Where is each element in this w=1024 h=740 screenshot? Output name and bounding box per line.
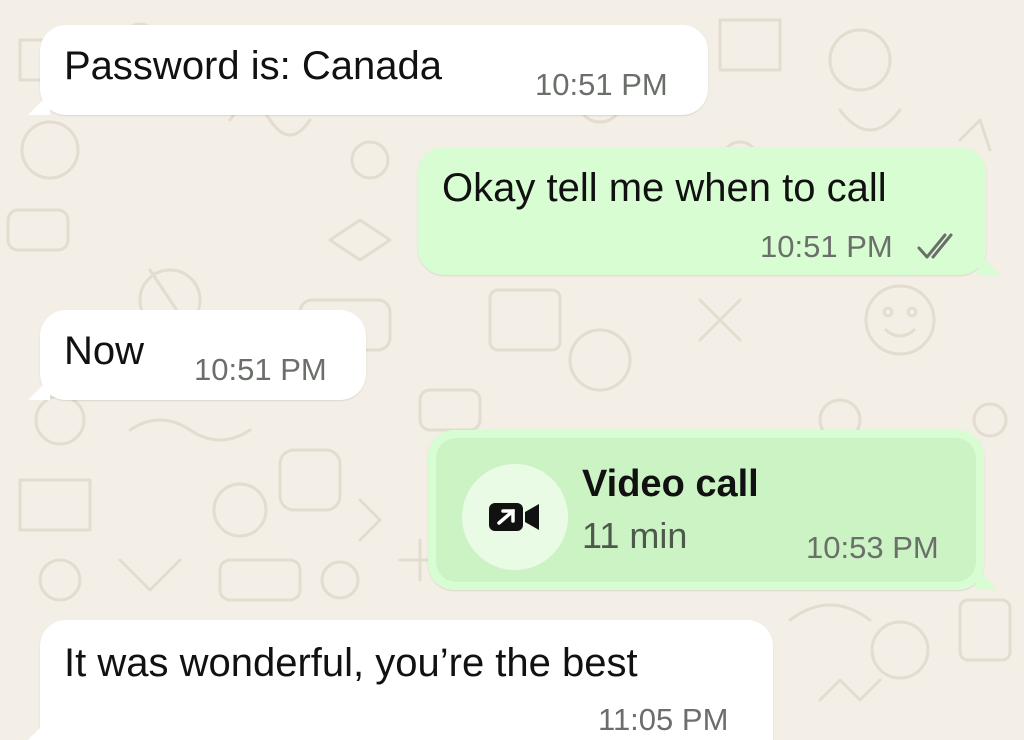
message-timestamp: 10:53 PM	[806, 530, 939, 565]
video-call-bubble[interactable]: Video call 11 min 10:53 PM	[428, 430, 998, 590]
message-text: Now	[64, 329, 145, 373]
message-bubble-outgoing[interactable]: Okay tell me when to call 10:51 PM	[418, 147, 1000, 275]
bubble-tail	[28, 378, 50, 400]
bubble-tail	[978, 253, 1000, 275]
bubble-tail	[28, 93, 50, 115]
message-bubble-incoming[interactable]: Password is: Canada 10:51 PM	[28, 25, 708, 115]
message-bubble-incoming[interactable]: It was wonderful, you’re the best 11:05 …	[28, 620, 773, 740]
chat-conversation: Password is: Canada 10:51 PM Okay tell m…	[0, 0, 1024, 740]
bubble-tail	[976, 568, 998, 590]
message-bubble-incoming[interactable]: Now 10:51 PM	[28, 310, 366, 400]
video-call-card[interactable]: Video call 11 min 10:53 PM	[436, 438, 976, 582]
video-call-title: Video call	[582, 463, 759, 505]
video-call-duration: 11 min	[582, 515, 688, 556]
video-camera-outgoing-icon	[489, 503, 539, 531]
video-call-icon-container	[462, 464, 568, 570]
double-check-icon	[917, 233, 953, 259]
message-timestamp: 10:51 PM	[760, 229, 893, 264]
message-timestamp: 10:51 PM	[194, 352, 327, 387]
message-text: It was wonderful, you’re the best	[64, 641, 638, 685]
bubble-tail	[28, 718, 50, 740]
message-text: Okay tell me when to call	[442, 166, 887, 210]
message-text: Password is: Canada	[64, 44, 442, 88]
message-timestamp: 10:51 PM	[535, 67, 668, 102]
message-timestamp: 11:05 PM	[598, 702, 729, 737]
